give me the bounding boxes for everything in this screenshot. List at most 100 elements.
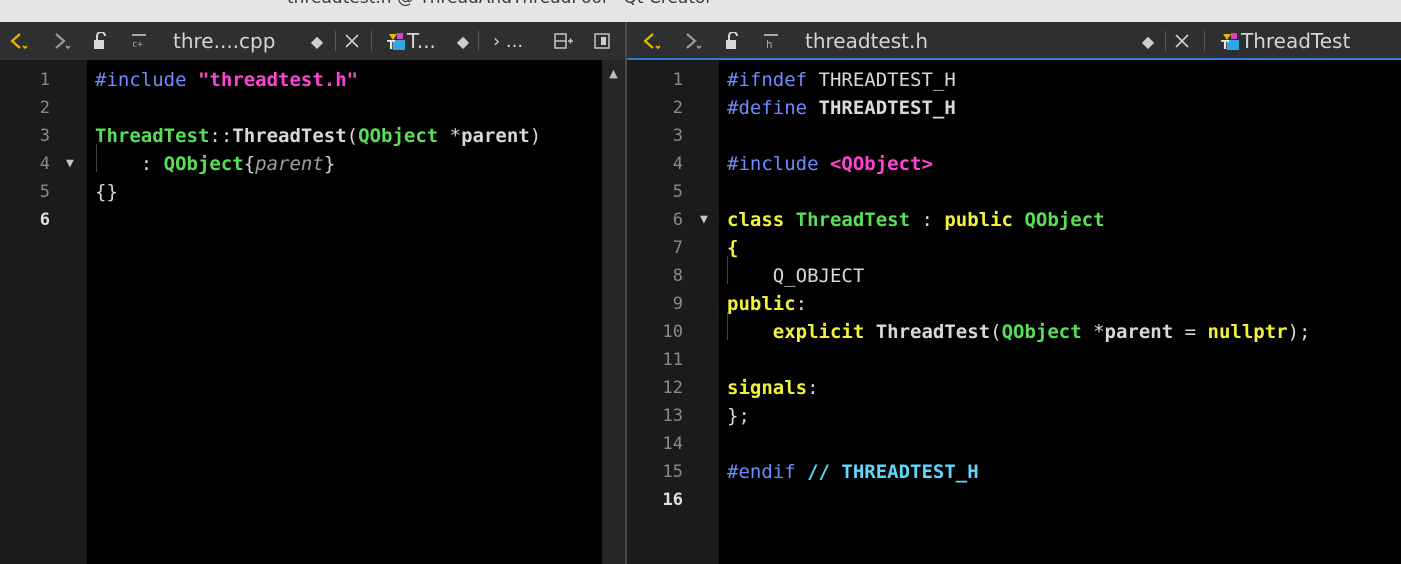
code-text: #ifndef THREADTEST_H: [727, 66, 956, 94]
lock-icon[interactable]: [725, 31, 739, 50]
fold-marker-icon[interactable]: ▼: [700, 206, 708, 234]
code-line[interactable]: 10 explicit ThreadTest(QObject *parent =…: [627, 318, 1401, 346]
code-token: THREADTEST_H: [818, 69, 956, 91]
line-number: 5: [672, 182, 683, 202]
indent-guide: [96, 144, 97, 172]
code-text: signals:: [727, 374, 819, 402]
code-line[interactable]: 2: [0, 94, 625, 122]
code-text: public:: [727, 290, 807, 318]
right-close-button[interactable]: [1170, 22, 1194, 60]
split-editor-button[interactable]: [551, 22, 577, 60]
line-number: 4: [39, 154, 50, 174]
code-line[interactable]: 13};: [627, 402, 1401, 430]
lock-icon[interactable]: [93, 31, 107, 50]
toolbar-separator: [1165, 31, 1166, 51]
right-back-button[interactable]: [637, 22, 667, 60]
code-line[interactable]: 7{: [627, 234, 1401, 262]
symbol-dropdown-chevron-icon[interactable]: ◆: [453, 22, 473, 60]
line-number: 6: [672, 210, 683, 230]
right-file-name[interactable]: threadtest.h: [805, 22, 928, 60]
code-line[interactable]: 3: [627, 122, 1401, 150]
window-titlebar: threadtest.h @ ThreadAndThreadPool - Qt …: [0, 0, 1401, 22]
left-back-button[interactable]: [4, 22, 34, 60]
code-line[interactable]: 16: [627, 486, 1401, 514]
code-token: ThreadTest: [795, 209, 911, 231]
line-number: 9: [672, 294, 683, 314]
code-line[interactable]: 3 ThreadTest::ThreadTest(QObject *parent): [0, 122, 625, 150]
fold-marker-icon[interactable]: ▼: [66, 150, 74, 178]
code-line[interactable]: 9 public:: [627, 290, 1401, 318]
left-scrollbar[interactable]: ▲: [602, 60, 625, 564]
left-code-editor[interactable]: 1 #include "threadtest.h" 2 3 ThreadTest::Th…: [0, 60, 625, 564]
code-line[interactable]: 4 #include <QObject>: [627, 150, 1401, 178]
line-number: 15: [662, 462, 683, 482]
code-text: #endif // THREADTEST_H: [727, 458, 979, 486]
code-text: {: [727, 234, 738, 262]
line-number: 13: [662, 406, 683, 426]
code-line[interactable]: 11: [627, 346, 1401, 374]
code-line[interactable]: 2 #define THREADTEST_H: [627, 94, 1401, 122]
svg-text:h: h: [766, 38, 773, 50]
right-editor-toolbar: h threadtest.h ◆ T ThreadTest: [627, 22, 1401, 60]
code-line[interactable]: 15 #endif // THREADTEST_H: [627, 458, 1401, 486]
code-token: (: [990, 321, 1002, 343]
left-breadcrumb[interactable]: › ...: [493, 22, 523, 60]
code-line[interactable]: 1 #include "threadtest.h": [0, 66, 625, 94]
back-arrow-icon: [10, 33, 28, 50]
line-number: 12: [662, 378, 683, 398]
close-split-icon: [594, 33, 610, 49]
code-line[interactable]: 8 Q_OBJECT: [627, 262, 1401, 290]
code-token: QObject: [163, 153, 244, 175]
toolbar-separator: [335, 31, 336, 51]
file-dropdown-chevron-icon[interactable]: ◆: [1136, 22, 1160, 60]
code-token: );: [1287, 321, 1311, 343]
file-dropdown-chevron-icon[interactable]: ◆: [305, 22, 329, 60]
back-arrow-icon: [643, 33, 661, 50]
forward-arrow-icon: [55, 33, 71, 50]
scroll-up-arrow-icon[interactable]: ▲: [602, 64, 625, 82]
line-number: 11: [662, 350, 683, 370]
code-token: QObject: [358, 125, 439, 147]
code-token: ): [529, 125, 542, 147]
code-text: #include <QObject>: [727, 150, 933, 178]
code-token: :: [795, 293, 808, 315]
window-title: threadtest.h @ ThreadAndThreadPool - Qt …: [287, 0, 712, 8]
code-line[interactable]: 4 ▼ : QObject{parent}: [0, 150, 625, 178]
close-icon: [345, 34, 359, 48]
code-token: #define: [727, 97, 819, 119]
left-forward-button[interactable]: [48, 22, 78, 60]
code-line[interactable]: 5: [627, 178, 1401, 206]
line-number: 6: [39, 210, 50, 230]
right-code-editor[interactable]: 1 #ifndef THREADTEST_H 2 #define THREADTEST…: [627, 60, 1401, 564]
code-token: #endif: [727, 461, 808, 483]
code-token: Q_OBJECT: [727, 265, 865, 287]
code-token: :: [910, 209, 945, 231]
code-line[interactable]: 6: [0, 206, 625, 234]
left-symbol-label[interactable]: T...: [407, 22, 436, 60]
code-line[interactable]: 14: [627, 430, 1401, 458]
svg-text:T: T: [1221, 38, 1230, 52]
code-token: (: [346, 125, 359, 147]
code-line[interactable]: 6 ▼ class ThreadTest : public QObject: [627, 206, 1401, 234]
close-split-button[interactable]: [589, 22, 615, 60]
code-token: // THREADTEST_H: [807, 461, 979, 483]
code-token: parent: [255, 153, 324, 175]
left-close-button[interactable]: [340, 22, 364, 60]
code-token: QObject: [1001, 321, 1082, 343]
code-line[interactable]: 12 signals:: [627, 374, 1401, 402]
line-number: 5: [39, 182, 50, 202]
code-token: ThreadTest: [95, 125, 210, 147]
right-forward-button[interactable]: [679, 22, 709, 60]
code-token: signals: [727, 377, 808, 399]
right-editor-pane: h threadtest.h ◆ T ThreadTest 1 #ifndef T…: [627, 22, 1401, 564]
code-line[interactable]: 5 {}: [0, 178, 625, 206]
code-text: #define THREADTEST_H: [727, 94, 956, 122]
code-token: };: [727, 405, 750, 427]
code-token: class: [727, 209, 796, 231]
right-symbol-label[interactable]: ThreadTest: [1241, 22, 1350, 60]
class-symbol-icon: T: [1219, 32, 1239, 52]
code-token: ThreadTest: [232, 125, 347, 147]
code-line[interactable]: 1 #ifndef THREADTEST_H: [627, 66, 1401, 94]
left-file-name[interactable]: thre....cpp: [173, 22, 275, 60]
